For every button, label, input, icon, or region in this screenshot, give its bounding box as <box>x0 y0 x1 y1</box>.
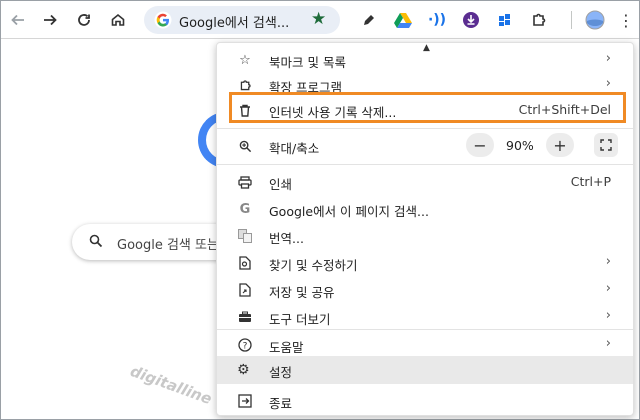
zoom-out-button[interactable]: − <box>466 133 494 157</box>
menu-divider <box>217 164 633 165</box>
grid-extension-icon[interactable] <box>494 9 516 31</box>
google-g-icon: G <box>239 201 251 217</box>
menu-divider <box>217 128 633 129</box>
menu-label: 도구 더보기 <box>269 312 331 327</box>
fullscreen-button[interactable] <box>594 133 618 157</box>
menu-label: 저장 및 공유 <box>269 285 335 300</box>
menu-item-exit[interactable]: 종료 <box>217 388 633 414</box>
menu-item-print[interactable]: 인쇄 Ctrl+P <box>217 169 633 195</box>
pen-extension-icon[interactable] <box>358 9 380 31</box>
menu-item-more-tools[interactable]: 도구 더보기 › <box>217 304 633 330</box>
menu-item-bookmarks[interactable]: ☆ 북마크 및 목록 › <box>217 47 633 73</box>
search-icon <box>89 234 103 248</box>
omnibox-text: Google에서 검색... <box>179 16 290 31</box>
svg-text:?: ? <box>243 342 248 352</box>
menu-item-help[interactable]: ? 도움말 › <box>217 332 633 358</box>
reload-icon <box>78 14 90 26</box>
translate-icon <box>237 228 253 244</box>
bookmark-star-icon[interactable]: ★ <box>311 9 326 29</box>
gear-icon: ⚙ <box>237 362 250 378</box>
browser-toolbar: Google에서 검색... ★ ·)) ⋮ <box>1 1 639 39</box>
menu-label: 설정 <box>269 365 293 380</box>
arrow-left-icon <box>11 14 24 26</box>
menu-label: 북마크 및 목록 <box>269 55 346 70</box>
more-menu-icon[interactable]: ⋮ <box>615 9 637 31</box>
chevron-right-icon: › <box>605 76 611 91</box>
toolbox-icon <box>237 309 253 325</box>
menu-shortcut: Ctrl+P <box>570 174 611 189</box>
reload-button[interactable] <box>71 7 97 33</box>
printer-icon <box>237 174 253 190</box>
google-logo-icon <box>154 11 172 29</box>
puzzle-extensions-icon[interactable] <box>528 9 550 31</box>
home-icon <box>111 13 125 26</box>
menu-label: 인쇄 <box>269 177 293 192</box>
page-search-placeholder: Google 검색 또는 <box>117 238 219 253</box>
menu-label: 찾기 및 수정하기 <box>269 258 358 273</box>
menu-item-settings[interactable]: ⚙ 설정 <box>217 356 633 384</box>
chevron-right-icon: › <box>605 308 611 323</box>
zoom-icon <box>237 138 253 154</box>
drive-extension-icon[interactable] <box>392 9 414 31</box>
download-extension-icon[interactable] <box>460 9 482 31</box>
home-button[interactable] <box>105 7 131 33</box>
arrow-right-icon <box>44 14 57 26</box>
back-button[interactable] <box>5 7 31 33</box>
zoom-in-button[interactable]: + <box>546 133 574 157</box>
menu-divider <box>217 329 633 330</box>
audio-extension-icon[interactable]: ·)) <box>426 9 448 31</box>
menu-label: 도움말 <box>269 340 304 355</box>
star-icon: ☆ <box>239 52 251 68</box>
share-doc-icon <box>237 282 253 298</box>
menu-label: 확대/축소 <box>269 141 320 156</box>
chevron-right-icon: › <box>605 281 611 296</box>
toolbar-separator <box>571 11 572 29</box>
menu-label: 번역... <box>269 231 304 246</box>
fullscreen-icon <box>600 139 612 151</box>
menu-item-search-page[interactable]: G Google에서 이 페이지 검색... <box>217 196 633 222</box>
puzzle-icon <box>237 77 253 93</box>
zoom-level: 90% <box>506 138 534 153</box>
menu-item-find-edit[interactable]: 찾기 및 수정하기 › <box>217 250 633 276</box>
menu-item-save-share[interactable]: 저장 및 공유 › <box>217 277 633 303</box>
forward-button[interactable] <box>37 7 63 33</box>
menu-item-translate[interactable]: 번역... <box>217 223 633 249</box>
highlight-box <box>229 92 626 123</box>
chevron-right-icon: › <box>605 254 611 269</box>
profile-avatar[interactable] <box>584 9 606 31</box>
help-circle-icon: ? <box>237 337 253 353</box>
menu-label: Google에서 이 페이지 검색... <box>269 204 429 219</box>
find-doc-icon <box>237 255 253 271</box>
menu-label: 종료 <box>269 396 293 411</box>
exit-icon <box>237 393 253 409</box>
chevron-right-icon: › <box>605 51 611 66</box>
chevron-right-icon: › <box>605 336 611 351</box>
omnibox[interactable]: Google에서 검색... ★ <box>144 6 340 34</box>
